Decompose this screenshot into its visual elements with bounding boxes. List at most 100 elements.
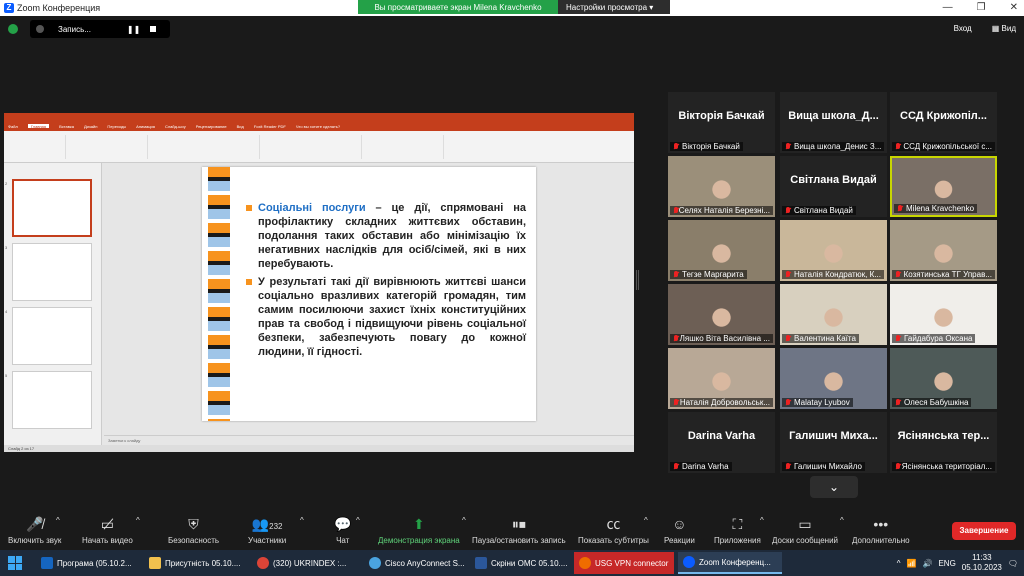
language-indicator[interactable]: ENG [938,559,955,568]
participant-tile[interactable]: Наталія Добровольськ... [668,348,775,409]
view-button[interactable]: ▦ Вид [992,24,1016,33]
taskbar-item[interactable]: Zoom Конференц... [678,552,782,574]
chevron-up-icon[interactable]: ^ [356,516,360,525]
taskbar-item[interactable]: Присутність 05.10.... [144,552,246,574]
record-control-label: Пауза/остановить запись [472,536,566,545]
view-options-button[interactable]: Настройки просмотра ▾ [558,0,670,14]
participant-tile[interactable]: Козятинська ТГ Управ... [890,220,997,281]
chevron-up-icon[interactable]: ^ [644,516,648,525]
ribbon-group [6,135,66,159]
slide-thumbnail [12,371,92,429]
participant-tile[interactable]: Світлана Видай Світлана Видай [780,156,887,217]
close-icon[interactable]: ✕ [1010,2,1018,13]
mic-muted-icon [673,271,679,278]
participant-name: Наталія Кондратюк, К... [794,270,881,279]
participant-tile[interactable]: Darina Varha Darina Varha [668,412,775,473]
start-video-label: Начать видео [82,536,133,545]
shield-icon: ⛨ [188,516,199,532]
reactions-button[interactable]: ☺ Реакции [664,516,695,545]
subtitles-button[interactable]: ㏄ Показать субтитры [578,516,649,545]
participant-tile[interactable]: Галишич Миха... Галишич Михайло [780,412,887,473]
taskbar-label: (320) UKRINDEX :... [273,558,347,568]
participant-name: Ляшко Віта Василівна ... [679,334,770,343]
taskbar-item[interactable]: Програма (05.10.2... [36,552,138,574]
current-slide: Соціальні послуги – це дії, спрямовані н… [202,167,536,421]
tray-chevron-icon[interactable]: ^ [897,559,901,568]
ppt-statusbar: Слайд 2 из 17 [4,445,634,452]
pause-stop-recording-button[interactable]: ⏸⏹ Пауза/остановить запись [472,516,566,545]
ribbon-tab: Вставка [59,124,74,129]
mic-muted-icon [785,143,791,150]
apps-button[interactable]: ⛶ Приложения [714,516,761,545]
chevron-up-icon[interactable]: ^ [300,516,304,525]
participant-tile[interactable]: Ясінянська тер... Ясінянська територіал..… [890,412,997,473]
participant-label: Світлана Видай [782,206,856,215]
participant-tile[interactable]: Селях Наталія Березні... [668,156,775,217]
windows-start-icon[interactable] [8,556,22,570]
ppt-ribbon [4,131,634,163]
taskbar-item[interactable]: Cisco AnyConnect S... [364,552,468,574]
edge-icon [41,557,53,569]
participant-label: ССД Крижопільської с... [892,142,995,151]
minimize-icon[interactable]: — [943,2,953,13]
ribbon-tab: Вид [236,124,244,129]
volume-icon[interactable]: 🔊 [922,559,932,568]
participant-tile[interactable]: Milena Kravchenko [890,156,997,217]
decorative-stripe [208,167,230,421]
participant-name: Гайдабура Оксана [904,334,973,343]
taskbar-item[interactable]: Скріни ОМС 05.10.... [470,552,570,574]
participant-name: Світлана Видай [794,206,853,215]
end-meeting-button[interactable]: Завершение [952,522,1016,540]
taskbar-label: Zoom Конференц... [699,557,771,567]
chevron-down-icon[interactable]: ⌄ [810,476,858,498]
chat-button[interactable]: 💬 Чат [334,516,351,545]
chevron-up-icon[interactable]: ^ [760,516,764,525]
network-icon[interactable]: 📶 [907,559,917,568]
pause-recording-icon[interactable]: ❚❚ [127,25,140,34]
share-screen-icon: ⬆ [413,516,425,532]
security-button[interactable]: ⛨ Безопасность [168,516,219,545]
participant-tile[interactable]: Вікторія Бачкай Вікторія Бачкай [668,92,775,153]
mic-muted-icon [785,271,791,278]
enter-button[interactable]: Вход [954,24,972,33]
participant-tile[interactable]: Ляшко Віта Василівна ... [668,284,775,345]
participant-tile[interactable]: Гайдабура Оксана [890,284,997,345]
taskbar-label: Cisco AnyConnect S... [385,558,465,568]
participant-label: Ляшко Віта Василівна ... [670,334,773,343]
zoom-icon [683,556,695,568]
taskbar-item[interactable]: USG VPN connector [574,552,674,574]
taskbar-item[interactable]: (320) UKRINDEX :... [252,552,360,574]
participant-tile[interactable]: Вища школа_Д... Вища школа_Денис З... [780,92,887,153]
mic-muted-icon [895,463,900,470]
chevron-up-icon[interactable]: ^ [462,516,466,525]
slide-canvas: Соціальні послуги – це дії, спрямовані н… [104,163,634,433]
panel-splitter[interactable] [636,270,639,290]
participant-tile[interactable]: ССД Крижопіл... ССД Крижопільської с... [890,92,997,153]
start-video-button[interactable]: ▭̸ Начать видео [82,516,133,545]
participants-button[interactable]: 👥232 Участники [248,516,286,545]
more-button[interactable]: ••• Дополнительно [852,516,910,545]
participant-tile[interactable]: Наталія Кондратюк, К... [780,220,887,281]
participant-label: Darina Varha [670,462,732,471]
encryption-shield-icon[interactable] [8,24,18,34]
unmute-button[interactable]: 🎤̸ Включить звук [8,516,61,545]
app-title: Z Zoom Конференция [4,3,100,13]
whiteboards-button[interactable]: ▭ Доски сообщений [772,516,838,545]
share-screen-button[interactable]: ⬆ Демонстрация экрана [378,516,460,545]
chevron-up-icon[interactable]: ^ [136,516,140,525]
chevron-up-icon[interactable]: ^ [840,516,844,525]
participant-label: Гайдабура Оксана [892,334,976,343]
participant-tile[interactable]: Malatay Lyubov [780,348,887,409]
cisco-icon [369,557,381,569]
chevron-up-icon[interactable]: ^ [56,516,60,525]
clock[interactable]: 11:33 05.10.2023 [962,553,1002,573]
maximize-icon[interactable]: ❐ [977,2,986,13]
stop-recording-icon[interactable] [150,26,157,32]
participant-tile[interactable]: Валентина Каїта [780,284,887,345]
participant-tile[interactable]: Тегзе Маргарита [668,220,775,281]
participant-tile[interactable]: Олеся Бабушкіна [890,348,997,409]
notifications-icon[interactable]: 🗨 [1008,559,1018,568]
mic-muted-icon [785,463,791,470]
participant-name: Malatay Lyubov [794,398,850,407]
record-dot-icon [36,25,44,33]
